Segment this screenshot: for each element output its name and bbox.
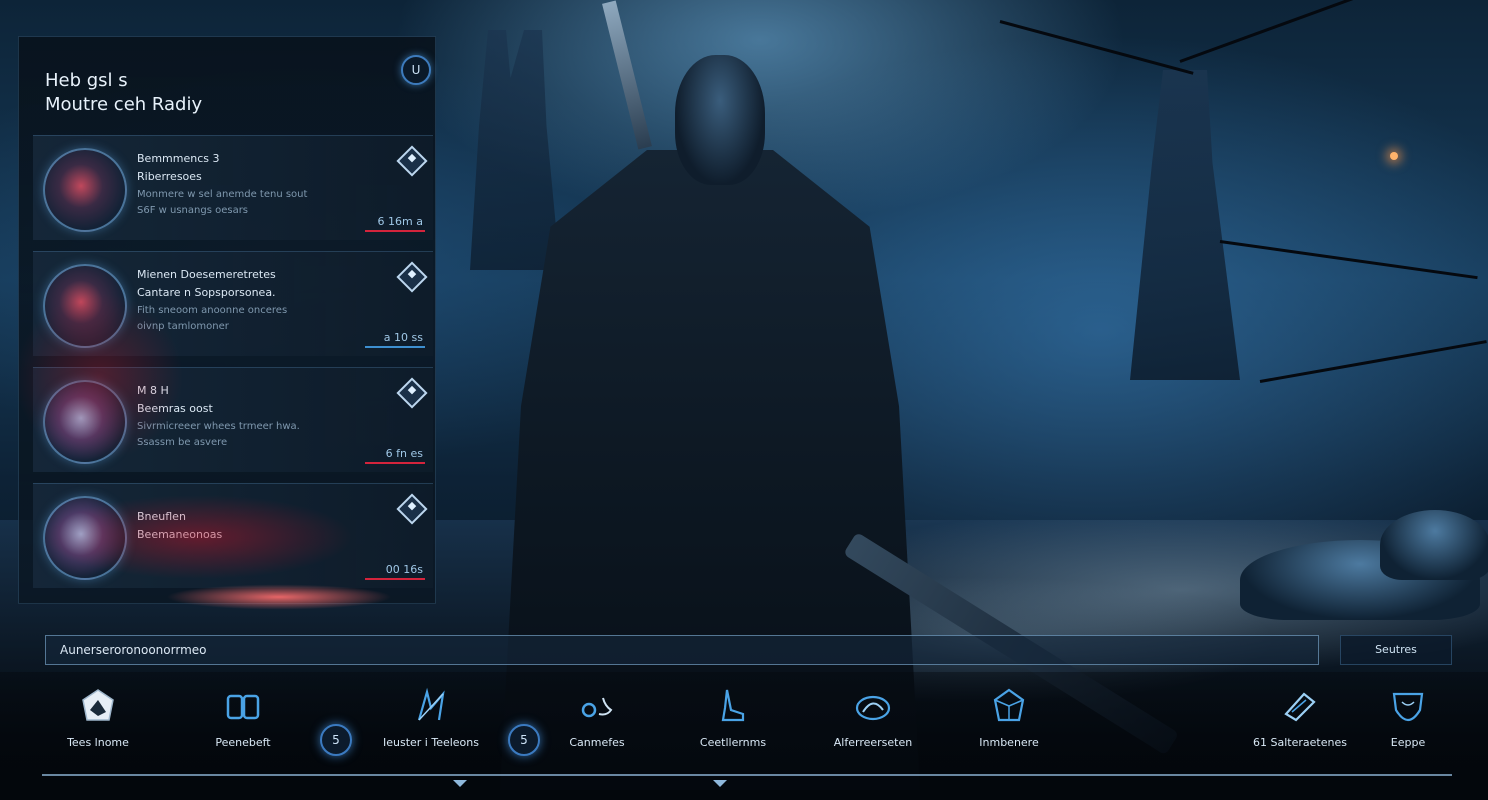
search-button[interactable]: Seutres xyxy=(1340,635,1452,665)
nav-label: Alferreerseten xyxy=(833,736,913,749)
quest-cost: a 10 ss xyxy=(383,331,423,344)
nav-label: Peenebeft xyxy=(215,736,271,749)
nav-item-gem[interactable]: Inmbenere xyxy=(944,686,1074,756)
quest-subtitle: Beemras oost xyxy=(137,402,213,415)
nav-item-boot[interactable]: Ceetllernms xyxy=(668,686,798,756)
tree-branch xyxy=(1219,240,1478,280)
nav-item-cloak[interactable]: Eeppe xyxy=(1343,686,1473,756)
tree-branch xyxy=(1259,340,1487,383)
hero-hood xyxy=(675,55,765,185)
dragon-icon xyxy=(855,695,891,721)
quest-progress-bar xyxy=(365,346,425,348)
tree-branch xyxy=(1179,0,1463,63)
nav-label: Ceetllernms xyxy=(699,736,767,749)
quest-diamond-icon[interactable] xyxy=(396,377,428,409)
quest-thumbnail xyxy=(43,148,127,232)
nav-item-book[interactable]: Peenebeft xyxy=(178,686,308,756)
quest-title: Mienen Doesemeretretes xyxy=(137,268,276,281)
panel-close-badge[interactable]: U xyxy=(401,55,431,85)
quest-subtitle: Beemaneonoas xyxy=(137,528,223,541)
bow-icon xyxy=(417,687,445,721)
nav-label: Inmbenere xyxy=(979,736,1039,749)
book-icon xyxy=(226,694,260,720)
quest-cost: 00 16s xyxy=(385,563,423,576)
nav-label: Canmefes xyxy=(569,736,625,749)
quest-description: Fith sneoom anoonne onceres xyxy=(137,305,288,316)
gem-icon xyxy=(993,688,1025,722)
chevron-down-icon[interactable] xyxy=(713,780,727,787)
nav-item-potion[interactable]: Canmefes xyxy=(532,686,662,756)
nav-divider xyxy=(42,774,1452,776)
search-input[interactable]: Aunerseroronoonorrmeo xyxy=(45,635,1319,665)
quest-card[interactable]: Bemmmencs 3 Riberresoes Monmere w sel an… xyxy=(33,135,433,240)
hero-character xyxy=(470,0,1180,790)
quest-description: Ssassm be asvere xyxy=(137,437,228,448)
quest-description: Sivrmicreeer whees trmeer hwa. xyxy=(137,421,300,432)
quest-subtitle: Riberresoes xyxy=(137,170,202,183)
nav-label: Eeppe xyxy=(1390,736,1426,749)
tree-branch xyxy=(999,20,1194,75)
cloak-icon xyxy=(1392,692,1424,722)
quest-diamond-icon[interactable] xyxy=(396,261,428,293)
quest-diamond-icon[interactable] xyxy=(396,145,428,177)
quest-progress-bar xyxy=(365,462,425,464)
chevron-down-icon[interactable] xyxy=(453,780,467,787)
nav-item-dragon[interactable]: Alferreerseten xyxy=(808,686,938,756)
quest-title: Bneuflen xyxy=(137,510,186,523)
hero-back-sword xyxy=(602,0,652,150)
potion-icon xyxy=(581,697,613,718)
nav-label: Tees lnome xyxy=(67,736,129,749)
quest-thumbnail xyxy=(43,496,127,580)
quest-title: Bemmmencs 3 xyxy=(137,152,220,165)
nav-round-button[interactable]: 5 xyxy=(320,724,352,756)
boot-icon xyxy=(721,689,745,722)
panel-title-line1: Heb gsl s xyxy=(45,70,128,91)
quest-description: oivnp tamlomoner xyxy=(137,321,229,332)
quest-title: M 8 H xyxy=(137,384,169,397)
quest-description: Monmere w sel anemde tenu sout xyxy=(137,189,308,200)
quest-card[interactable]: M 8 H Beemras oost Sivrmicreeer whees tr… xyxy=(33,367,433,472)
quest-panel: Heb gsl s Moutre ceh Radiy U Bemmmencs 3… xyxy=(18,36,459,647)
quest-progress-bar xyxy=(365,230,425,232)
nav-item-shield[interactable]: Tees lnome xyxy=(33,686,163,756)
panel-title: Heb gsl s Moutre ceh Radiy xyxy=(45,69,202,117)
nav-item-bow[interactable]: Ieuster i Teeleons xyxy=(366,686,496,756)
quest-thumbnail xyxy=(43,380,127,464)
quest-subtitle: Cantare n Sopsporsonea. xyxy=(137,286,276,299)
nav-label: Ieuster i Teeleons xyxy=(382,736,479,749)
quest-thumbnail xyxy=(43,264,127,348)
quest-card[interactable]: Mienen Doesemeretretes Cantare n Sopspor… xyxy=(33,251,433,356)
rock xyxy=(1380,510,1488,580)
quest-progress-bar xyxy=(365,578,425,580)
quest-cost: 6 16m a xyxy=(377,215,423,228)
quest-cost: 6 fn es xyxy=(385,447,423,460)
quest-diamond-icon[interactable] xyxy=(396,493,428,525)
ruined-tower-right xyxy=(1130,70,1240,380)
ember-glow xyxy=(1390,152,1398,160)
quest-description: S6F w usnangs oesars xyxy=(137,205,249,216)
panel-title-line2: Moutre ceh Radiy xyxy=(45,94,203,115)
bottom-nav: Tees lnome Peenebeft 5 Ieuster i Teeleon… xyxy=(0,672,1488,800)
quest-card[interactable]: Bneuflen Beemaneonoas 00 16s xyxy=(33,483,433,588)
shield-icon xyxy=(82,689,114,721)
scroll-icon xyxy=(1284,692,1316,722)
